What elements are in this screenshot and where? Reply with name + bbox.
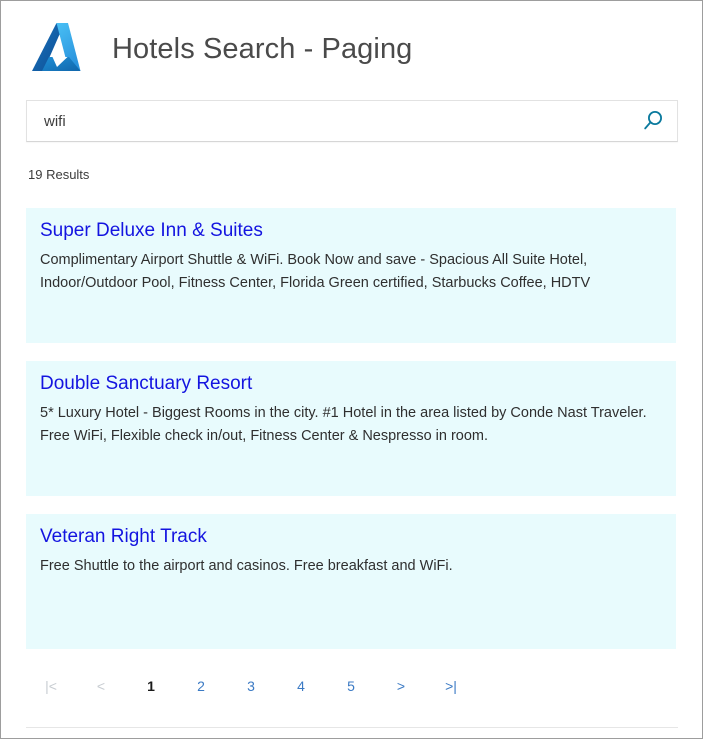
result-title-link[interactable]: Veteran Right Track bbox=[40, 524, 662, 550]
azure-logo-icon bbox=[26, 19, 86, 79]
result-title-link[interactable]: Double Sanctuary Resort bbox=[40, 371, 662, 397]
pagination-page-1[interactable]: 1 bbox=[126, 673, 176, 699]
pagination-page-4[interactable]: 4 bbox=[276, 673, 326, 699]
search-icon bbox=[640, 108, 666, 134]
page-title: Hotels Search - Paging bbox=[112, 33, 413, 65]
result-card[interactable]: Veteran Right Track Free Shuttle to the … bbox=[26, 514, 676, 649]
pagination-page-5[interactable]: 5 bbox=[326, 673, 376, 699]
pagination: |< < 1 2 3 4 5 > >| bbox=[26, 673, 676, 699]
results-list: Super Deluxe Inn & Suites Complimentary … bbox=[26, 208, 676, 667]
results-count: 19 Results bbox=[28, 167, 90, 182]
search-input[interactable] bbox=[27, 101, 629, 141]
pagination-previous[interactable]: < bbox=[76, 673, 126, 699]
result-description: 5* Luxury Hotel - Biggest Rooms in the c… bbox=[40, 405, 647, 444]
result-card[interactable]: Double Sanctuary Resort 5* Luxury Hotel … bbox=[26, 361, 676, 496]
result-description: Complimentary Airport Shuttle & WiFi. Bo… bbox=[40, 252, 591, 291]
app-window: Hotels Search - Paging 19 Results Super … bbox=[0, 0, 703, 739]
result-title-link[interactable]: Super Deluxe Inn & Suites bbox=[40, 218, 662, 244]
app-header: Hotels Search - Paging bbox=[26, 13, 412, 85]
pagination-page-3[interactable]: 3 bbox=[226, 673, 276, 699]
search-bar[interactable] bbox=[26, 100, 678, 142]
pagination-next[interactable]: > bbox=[376, 673, 426, 699]
result-description: Free Shuttle to the airport and casinos.… bbox=[40, 558, 453, 574]
footer-divider bbox=[26, 727, 678, 728]
pagination-first[interactable]: |< bbox=[26, 673, 76, 699]
search-button[interactable] bbox=[629, 101, 677, 141]
pagination-last[interactable]: >| bbox=[426, 673, 476, 699]
pagination-page-2[interactable]: 2 bbox=[176, 673, 226, 699]
result-card[interactable]: Super Deluxe Inn & Suites Complimentary … bbox=[26, 208, 676, 343]
